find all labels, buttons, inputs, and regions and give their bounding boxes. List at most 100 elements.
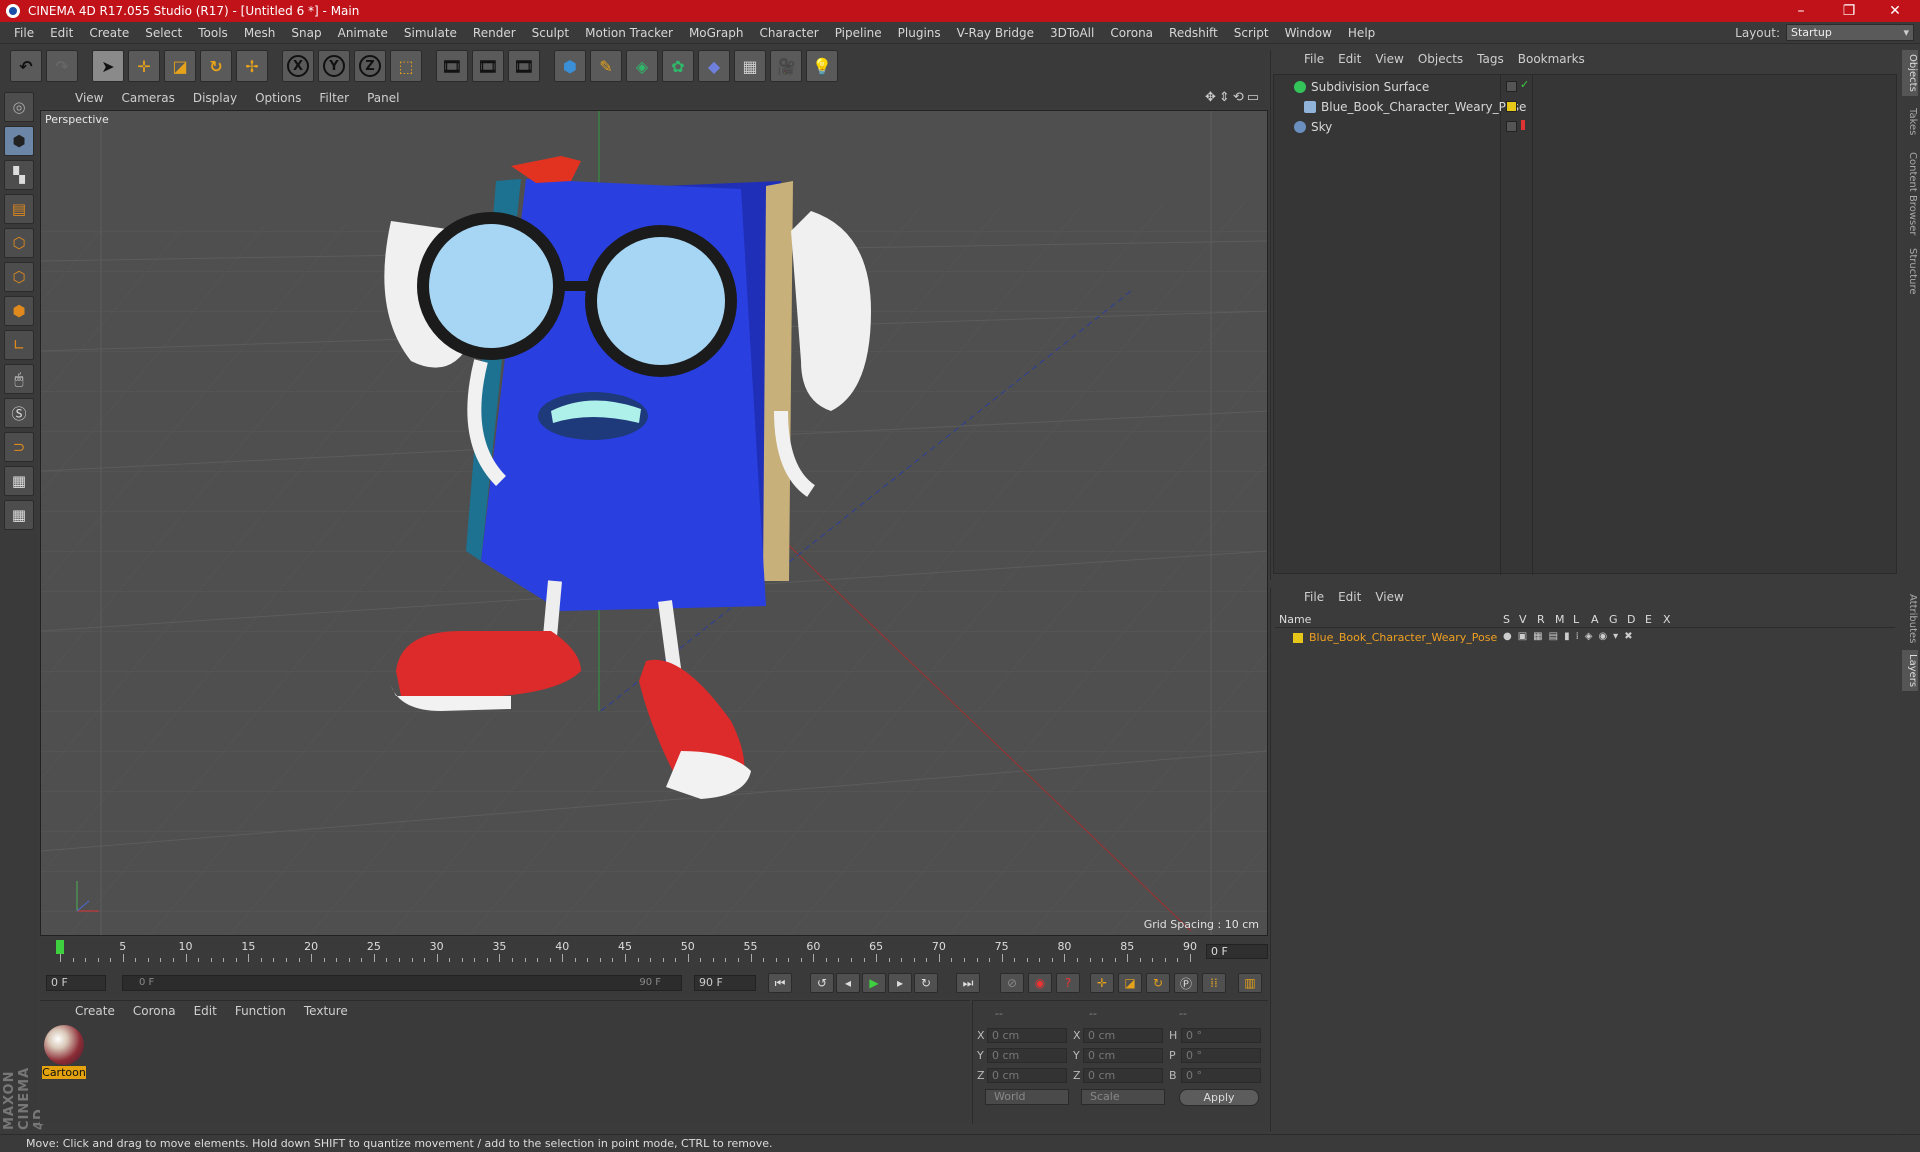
minimize-button[interactable]: – <box>1780 0 1822 22</box>
menu-simulate[interactable]: Simulate <box>396 26 465 40</box>
render-picture-viewer-icon[interactable]: 🎞 <box>472 50 504 82</box>
menu-create[interactable]: Create <box>81 26 137 40</box>
rot-b-field[interactable]: 0 ° <box>1181 1068 1261 1083</box>
menu-motion-tracker[interactable]: Motion Tracker <box>577 26 681 40</box>
menu-sculpt[interactable]: Sculpt <box>524 26 577 40</box>
preview-range-slider[interactable]: 0 F 90 F <box>122 975 682 991</box>
x-axis-lock-button[interactable]: X <box>282 50 314 82</box>
viewport-menu-filter[interactable]: Filter <box>310 91 358 105</box>
material-menu-function[interactable]: Function <box>226 1004 295 1018</box>
layer-toggle-icons[interactable]: ●▣▦▤▮⁞◈◉▾✖ <box>1503 631 1639 642</box>
apply-button[interactable]: Apply <box>1179 1089 1259 1106</box>
om-menu-view[interactable]: View <box>1368 52 1410 66</box>
make-editable-icon[interactable]: ◎ <box>4 92 34 122</box>
menu-snap[interactable]: Snap <box>283 26 329 40</box>
tab-layers[interactable]: Layers <box>1902 650 1918 692</box>
layer-menu-edit[interactable]: Edit <box>1331 590 1368 604</box>
autokey-icon[interactable]: ◉ <box>1028 973 1052 993</box>
playhead-marker[interactable] <box>56 940 64 954</box>
menu-script[interactable]: Script <box>1226 26 1277 40</box>
enable-snap-icon[interactable]: ⊃ <box>4 432 34 462</box>
menu-character[interactable]: Character <box>751 26 826 40</box>
timeline-ruler[interactable]: 051015202530354045505560657075808590 0 F <box>40 938 1268 968</box>
pos-z-field[interactable]: 0 cm <box>987 1068 1067 1083</box>
z-axis-lock-button[interactable]: Z <box>354 50 386 82</box>
render-settings-icon[interactable]: 🎞 <box>508 50 540 82</box>
menu-3dtoall[interactable]: 3DToAll <box>1042 26 1102 40</box>
start-frame-field[interactable]: 0 F <box>46 975 106 991</box>
om-menu-tags[interactable]: Tags <box>1470 52 1511 66</box>
render-view-icon[interactable]: 🎞 <box>436 50 468 82</box>
record-keys-icon[interactable]: ⊘ <box>1000 973 1024 993</box>
key-parameter-icon[interactable]: Ⓟ <box>1174 973 1198 993</box>
key-pla-icon[interactable]: ⁞⁞ <box>1202 973 1226 993</box>
viewport-menu-view[interactable]: View <box>66 91 112 105</box>
tab-structure[interactable]: Structure <box>1902 244 1918 299</box>
subdivision-surface-icon[interactable]: ◈ <box>626 50 658 82</box>
menu-corona[interactable]: Corona <box>1102 26 1161 40</box>
move-tool-icon[interactable]: ✛ <box>128 50 160 82</box>
play-icon[interactable]: ▶ <box>862 973 886 993</box>
om-menu-objects[interactable]: Objects <box>1411 52 1470 66</box>
menu-window[interactable]: Window <box>1277 26 1340 40</box>
go-to-start-icon[interactable]: ⏮ <box>768 973 792 993</box>
timeline-window-icon[interactable]: ▥ <box>1238 973 1262 993</box>
cube-primitive-icon[interactable]: ⬢ <box>554 50 586 82</box>
menu-animate[interactable]: Animate <box>330 26 396 40</box>
scale-tool-icon[interactable]: ◪ <box>164 50 196 82</box>
tab-attributes[interactable]: Attributes <box>1902 590 1918 647</box>
layer-color-swatch[interactable] <box>1293 633 1303 643</box>
texture-mode-icon[interactable]: ▚ <box>4 160 34 190</box>
object-row[interactable]: Sky <box>1274 117 1896 136</box>
undo-icon[interactable]: ↶ <box>10 50 42 82</box>
key-position-icon[interactable]: ✛ <box>1090 973 1114 993</box>
menu-mograph[interactable]: MoGraph <box>681 26 752 40</box>
next-key-icon[interactable]: ↻ <box>914 973 938 993</box>
close-button[interactable]: ✕ <box>1874 0 1916 22</box>
deformer-icon[interactable]: ◆ <box>698 50 730 82</box>
model-mode-icon[interactable]: ⬢ <box>4 126 34 156</box>
edges-mode-icon[interactable]: ⬡ <box>4 262 34 292</box>
snap-icon[interactable]: Ⓢ <box>4 398 34 428</box>
polygons-mode-icon[interactable]: ⬢ <box>4 296 34 326</box>
menu-help[interactable]: Help <box>1340 26 1383 40</box>
layer-menu-file[interactable]: File <box>1297 590 1331 604</box>
live-select-icon[interactable]: ✢ <box>236 50 268 82</box>
perspective-viewport[interactable]: Perspective Grid Spacing: 10 cm <box>40 110 1268 936</box>
disabled-dot-icon[interactable] <box>1521 120 1525 130</box>
visibility-toggle-icon[interactable] <box>1506 121 1517 132</box>
menu-edit[interactable]: Edit <box>42 26 81 40</box>
workplane-align-icon[interactable]: ▦ <box>4 500 34 530</box>
om-menu-bookmarks[interactable]: Bookmarks <box>1511 52 1592 66</box>
rot-p-field[interactable]: 0 ° <box>1181 1048 1261 1063</box>
floor-icon[interactable]: ▦ <box>734 50 766 82</box>
end-frame-field[interactable]: 90 F <box>694 975 756 991</box>
menu-render[interactable]: Render <box>465 26 524 40</box>
next-frame-icon[interactable]: ▸ <box>888 973 912 993</box>
size-z-field[interactable]: 0 cm <box>1083 1068 1163 1083</box>
redo-icon[interactable]: ↷ <box>46 50 78 82</box>
menu-mesh[interactable]: Mesh <box>236 26 284 40</box>
pos-x-field[interactable]: 0 cm <box>987 1028 1067 1043</box>
layout-dropdown[interactable]: Startup <box>1786 24 1914 41</box>
menu-plugins[interactable]: Plugins <box>890 26 949 40</box>
menu-redshift[interactable]: Redshift <box>1161 26 1226 40</box>
tab-objects[interactable]: Objects <box>1902 50 1918 96</box>
coordinate-system-icon[interactable]: ⬚ <box>390 50 422 82</box>
maximize-button[interactable]: ❐ <box>1828 0 1870 22</box>
tab-content-browser[interactable]: Content Browser <box>1902 148 1918 239</box>
om-menu-edit[interactable]: Edit <box>1331 52 1368 66</box>
om-menu-file[interactable]: File <box>1297 52 1331 66</box>
object-row[interactable]: Subdivision Surface ✓ <box>1274 77 1896 96</box>
previous-frame-icon[interactable]: ◂ <box>836 973 860 993</box>
axis-mode-icon[interactable]: ∟ <box>4 330 34 360</box>
menu-select[interactable]: Select <box>137 26 190 40</box>
menu-tools[interactable]: Tools <box>190 26 236 40</box>
material-swatch[interactable]: Cartoon <box>42 1025 86 1081</box>
material-menu-create[interactable]: Create <box>66 1004 124 1018</box>
viewport-menu-cameras[interactable]: Cameras <box>112 91 183 105</box>
y-axis-lock-button[interactable]: Y <box>318 50 350 82</box>
object-row[interactable]: Blue_Book_Character_Weary_Pose <box>1274 97 1896 116</box>
rot-h-field[interactable]: 0 ° <box>1181 1028 1261 1043</box>
material-menu-edit[interactable]: Edit <box>185 1004 226 1018</box>
